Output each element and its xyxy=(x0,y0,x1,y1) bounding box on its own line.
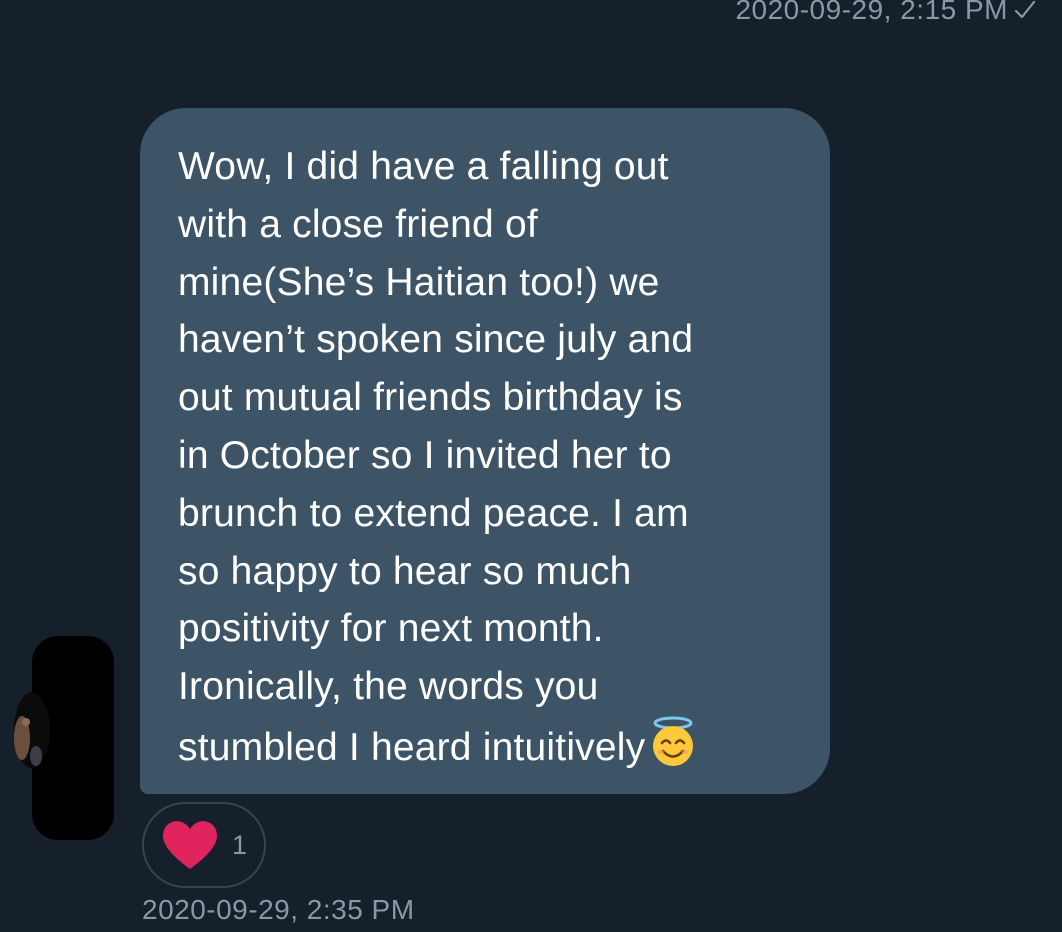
message-line: Wow, I did have a falling out xyxy=(178,145,669,188)
message-line: out mutual friends birthday is xyxy=(178,376,683,420)
message-line: haven’t spoken since july and xyxy=(178,318,694,362)
reaction-heart-button[interactable]: 1 xyxy=(142,802,266,888)
reaction-count: 1 xyxy=(232,829,248,860)
message-line: in October so I invited her to xyxy=(178,433,672,477)
message-line: with a close friend of xyxy=(178,202,538,246)
message-line: brunch to extend peace. I am xyxy=(178,491,689,535)
message-line-last: stumbled I heard intuitively xyxy=(178,716,792,777)
check-icon xyxy=(1014,0,1036,19)
message-line: mine(She’s Haitian too!) we xyxy=(178,260,660,304)
message-line: so happy to hear so much xyxy=(178,549,632,593)
previous-message-timestamp: 2020-09-29, 2:15 PM xyxy=(735,0,1038,26)
heart-icon xyxy=(163,821,217,869)
message-line-text: stumbled I heard intuitively xyxy=(178,725,646,769)
avatar[interactable] xyxy=(12,636,118,840)
message-line: positivity for next month. xyxy=(178,607,604,651)
previous-message-timestamp-text: 2020-09-29, 2:15 PM xyxy=(735,0,1008,25)
message-line: Ironically, the words you xyxy=(178,665,599,709)
smiling-face-with-halo-icon xyxy=(653,716,694,766)
message-timestamp: 2020-09-29, 2:35 PM xyxy=(142,894,415,925)
message-bubble[interactable]: Wow, I did have a falling out with a clo… xyxy=(140,108,830,794)
